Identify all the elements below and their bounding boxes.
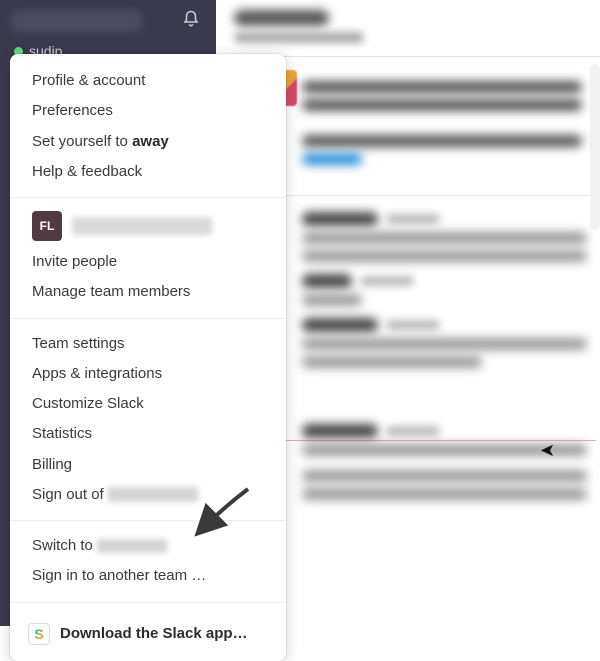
menu-help[interactable]: Help & feedback <box>10 157 286 187</box>
menu-invite[interactable]: Invite people <box>10 247 286 277</box>
menu-set-away[interactable]: Set yourself to away <box>10 127 286 157</box>
menu-statistics[interactable]: Statistics <box>10 419 286 449</box>
sidebar-header[interactable] <box>0 0 216 42</box>
menu-profile[interactable]: Profile & account <box>10 66 286 96</box>
menu-switch-to[interactable]: Switch to <box>10 531 286 561</box>
notifications-icon[interactable] <box>182 10 200 33</box>
channel-header <box>216 0 600 56</box>
team-name-blurred <box>97 539 167 553</box>
menu-manage-members[interactable]: Manage team members <box>10 277 286 307</box>
team-name-blurred <box>108 487 198 502</box>
menu-team-settings[interactable]: Team settings <box>10 329 286 359</box>
menu-apps[interactable]: Apps & integrations <box>10 359 286 389</box>
scrollbar-track[interactable] <box>590 64 600 230</box>
team-name-blurred <box>12 11 142 31</box>
menu-customize[interactable]: Customize Slack <box>10 389 286 419</box>
menu-preferences[interactable]: Preferences <box>10 96 286 126</box>
menu-sign-in-another[interactable]: Sign in to another team … <box>10 561 286 591</box>
menu-team-row[interactable]: FL <box>10 208 286 247</box>
menu-sign-out-prefix: Sign out of <box>32 486 108 503</box>
channel-subtitle-blurred <box>234 32 364 43</box>
menu-sign-out[interactable]: Sign out of <box>10 480 286 510</box>
channel-title-blurred <box>234 10 329 26</box>
menu-billing[interactable]: Billing <box>10 450 286 480</box>
menu-download[interactable]: S Download the Slack app… <box>10 613 286 655</box>
menu-set-away-bold: away <box>132 133 169 150</box>
team-badge-icon: FL <box>32 211 62 241</box>
main-menu: Profile & account Preferences Set yourse… <box>10 54 286 661</box>
menu-set-away-prefix: Set yourself to <box>32 133 132 150</box>
menu-switch-to-prefix: Switch to <box>32 537 97 554</box>
menu-download-label: Download the Slack app… <box>60 625 248 642</box>
mouse-cursor-icon: ➤ <box>540 440 555 461</box>
team-name-blurred <box>72 217 212 235</box>
